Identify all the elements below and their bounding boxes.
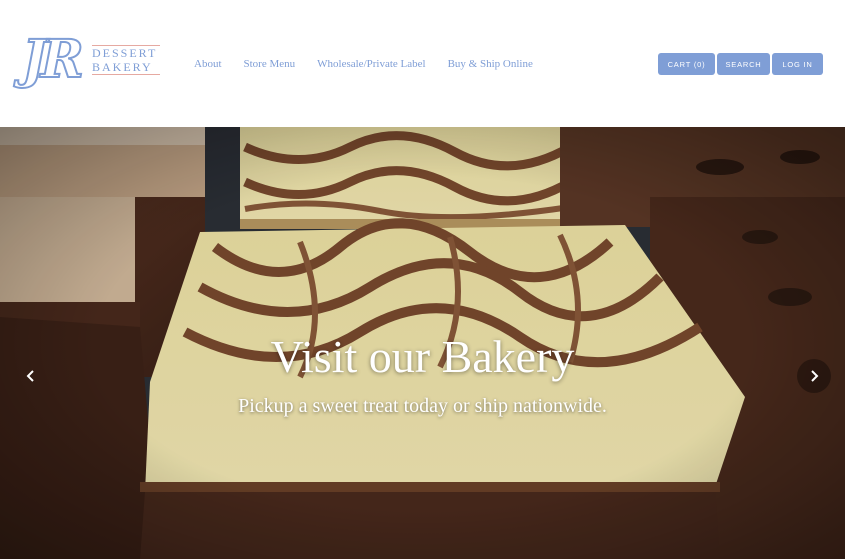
main-nav: About Store Menu Wholesale/Private Label…	[194, 57, 555, 73]
logo-rule-bottom	[92, 74, 160, 75]
chevron-right-icon	[811, 370, 819, 382]
slider-prev-button[interactable]	[14, 359, 48, 393]
logo-wordmark: DESSERT BAKERY	[92, 45, 162, 75]
logo-word-bakery: BAKERY	[92, 60, 153, 74]
search-button[interactable]: SEARCH	[717, 53, 770, 75]
nav-item-store-menu[interactable]: Store Menu	[244, 57, 296, 73]
logo-word-dessert: DESSERT	[92, 46, 158, 60]
login-button[interactable]: LOG IN	[772, 53, 823, 75]
brand-logo[interactable]: JR DESSERT BAKERY	[21, 29, 162, 96]
slider-next-button[interactable]	[797, 359, 831, 393]
logo-monogram: JR	[21, 29, 85, 91]
site-header: JR DESSERT BAKERY About Store Menu Whole…	[0, 0, 845, 127]
nav-item-buy-ship-online[interactable]: Buy & Ship Online	[448, 57, 533, 73]
chevron-left-icon	[26, 370, 34, 382]
hero-slider: Visit our Bakery Pickup a sweet treat to…	[0, 127, 845, 559]
nav-item-wholesale[interactable]: Wholesale/Private Label	[317, 57, 425, 73]
hero-subtitle: Pickup a sweet treat today or ship natio…	[238, 395, 607, 417]
cart-button[interactable]: CART (0)	[658, 53, 715, 75]
header-actions: CART (0) SEARCH LOG IN	[658, 53, 825, 75]
nav-item-about[interactable]: About	[194, 57, 222, 73]
hero-title: Visit our Bakery	[270, 331, 575, 382]
